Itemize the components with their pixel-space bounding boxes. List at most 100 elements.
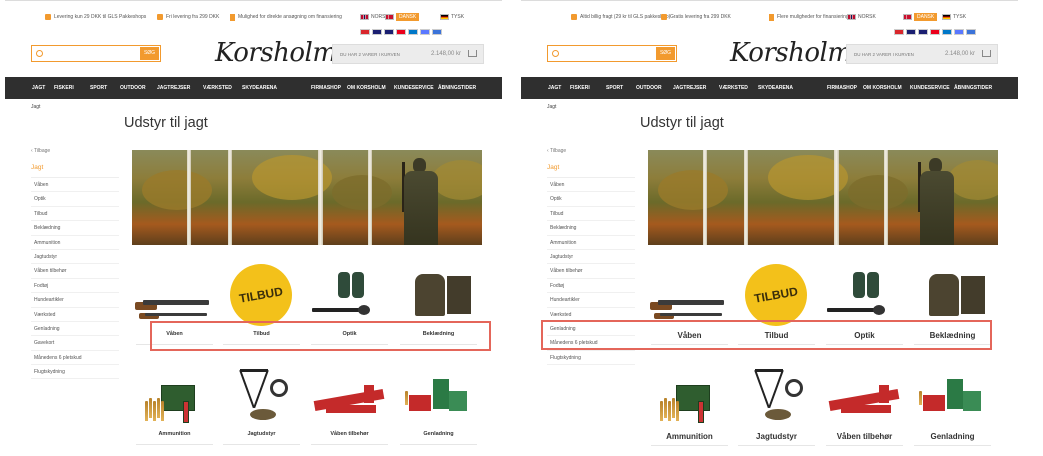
- sidebar-item[interactable]: Hundeartikler: [547, 293, 635, 308]
- sidebar-item[interactable]: Optik: [547, 192, 635, 207]
- product-image: [911, 258, 994, 320]
- sidebar-item[interactable]: Tilbud: [547, 207, 635, 222]
- sidebar-back-link[interactable]: ‹ Tilbage: [547, 148, 635, 161]
- nav-fiskeri[interactable]: FISKERI: [570, 85, 590, 91]
- nav-jagt[interactable]: JAGT: [548, 85, 561, 91]
- mastercard-icon: [930, 29, 940, 35]
- sidebar-item[interactable]: Fodtøj: [31, 279, 119, 294]
- cart-summary[interactable]: DU HAR 2 VARER I KURVEN 2.148,00 kr: [332, 44, 484, 64]
- language-dansk[interactable]: DANSK: [903, 13, 938, 21]
- cartridge-icon: [668, 401, 671, 421]
- nav-sport[interactable]: SPORT: [90, 85, 107, 91]
- info-bar: Levering kun 29 DKK til GLS Pakkeshops F…: [5, 12, 502, 22]
- product-category-label[interactable]: Genladning: [911, 432, 994, 441]
- language-label: NORSK: [858, 14, 876, 20]
- product-category-label[interactable]: Genladning: [397, 431, 480, 437]
- sidebar-item[interactable]: Flugtskydning: [547, 351, 635, 366]
- sidebar-item[interactable]: Våben: [31, 178, 119, 193]
- sidebar-item[interactable]: Våben: [547, 178, 635, 193]
- nav-outdoor[interactable]: OUTDOOR: [636, 85, 662, 91]
- sidebar-back-link[interactable]: ‹ Tilbage: [31, 148, 119, 161]
- nav-firmashop[interactable]: FIRMASHOP: [827, 85, 857, 91]
- sidebar-item[interactable]: Genladning: [31, 322, 119, 337]
- nav-aabningstider[interactable]: ÅBNINGSTIDER: [954, 85, 992, 91]
- product-category-card[interactable]: Jagtudstyr: [735, 365, 818, 450]
- product-category-card[interactable]: Genladning: [911, 365, 994, 450]
- nav-jagt[interactable]: JAGT: [32, 85, 45, 91]
- breadcrumb[interactable]: Jagt: [547, 104, 556, 110]
- shipping-text: Altid billig fragt (29 kr til GLS pakkes…: [580, 14, 671, 20]
- powder-can-icon: [947, 379, 963, 409]
- product-category-card[interactable]: Våben tilbehør: [823, 365, 906, 450]
- sidebar-parent-jagt[interactable]: Jagt: [31, 161, 119, 178]
- product-image: [308, 258, 391, 320]
- nav-skydearena[interactable]: SKYDEARENA: [758, 85, 793, 91]
- nav-jagtrejser[interactable]: JAGTREJSER: [673, 85, 706, 91]
- cart-summary[interactable]: DU HAR 2 VARER I KURVEN 2.148,00 kr: [846, 44, 998, 64]
- sidebar-item[interactable]: Våben tilbehør: [31, 264, 119, 279]
- sidebar-item[interactable]: Tilbud: [31, 207, 119, 222]
- nav-firmashop[interactable]: FIRMASHOP: [311, 85, 341, 91]
- nav-vaerksted[interactable]: VÆRKSTED: [203, 85, 232, 91]
- sidebar-item[interactable]: Gavekort: [31, 336, 119, 351]
- sidebar-parent-jagt[interactable]: Jagt: [547, 161, 635, 178]
- right-page-version: Altid billig fragt (29 kr til GLS pakkes…: [521, 0, 1018, 456]
- breadcrumb[interactable]: Jagt: [31, 104, 40, 110]
- nav-outdoor[interactable]: OUTDOOR: [120, 85, 146, 91]
- sidebar-item[interactable]: Jagtudstyr: [31, 250, 119, 265]
- nav-kundeservice[interactable]: KUNDESERVICE: [394, 85, 434, 91]
- nav-om-korsholm[interactable]: OM KORSHOLM: [347, 85, 386, 91]
- hero-foliage: [658, 170, 728, 210]
- sidebar-item[interactable]: Flugtskydning: [31, 365, 119, 380]
- nav-om-korsholm[interactable]: OM KORSHOLM: [863, 85, 902, 91]
- product-category-card[interactable]: Ammunition: [133, 365, 216, 449]
- sidebar-item[interactable]: Beklædning: [547, 221, 635, 236]
- sidebar-item[interactable]: Månedens 6 pletskud: [31, 351, 119, 366]
- nav-skydearena[interactable]: SKYDEARENA: [242, 85, 277, 91]
- korsholm-logo[interactable]: Korsholm: [215, 38, 337, 68]
- powder-can-icon: [433, 379, 449, 409]
- language-tysk[interactable]: TYSK: [942, 14, 966, 20]
- rifle-icon: [145, 313, 207, 316]
- search-input[interactable]: SØG: [31, 45, 161, 62]
- product-category-label[interactable]: Våben tilbehør: [823, 432, 906, 441]
- product-category-label[interactable]: Ammunition: [133, 431, 216, 437]
- sidebar-item[interactable]: Våben tilbehør: [547, 264, 635, 279]
- language-norsk[interactable]: NORSK: [847, 14, 876, 20]
- korsholm-logo[interactable]: Korsholm: [730, 38, 852, 68]
- product-category-card[interactable]: Genladning: [397, 365, 480, 449]
- search-button[interactable]: SØG: [140, 47, 159, 60]
- language-tysk[interactable]: TYSK: [440, 14, 464, 20]
- product-category-label[interactable]: Ammunition: [648, 432, 731, 441]
- duck-decoy-icon: [250, 409, 276, 420]
- sidebar-item[interactable]: Jagtudstyr: [547, 250, 635, 265]
- sidebar-item[interactable]: Beklædning: [31, 221, 119, 236]
- nav-jagtrejser[interactable]: JAGTREJSER: [157, 85, 190, 91]
- product-category-card[interactable]: Våben tilbehør: [308, 365, 391, 449]
- product-category-label[interactable]: Jagtudstyr: [220, 431, 303, 437]
- product-category-card[interactable]: Ammunition: [648, 365, 731, 450]
- shotgun-shell-icon: [183, 401, 189, 423]
- hero-birch-tree: [884, 150, 888, 245]
- nav-kundeservice[interactable]: KUNDESERVICE: [910, 85, 950, 91]
- search-button[interactable]: SØG: [656, 47, 675, 60]
- product-category-label[interactable]: Jagtudstyr: [735, 432, 818, 441]
- nav-sport[interactable]: SPORT: [606, 85, 623, 91]
- sidebar-item[interactable]: Ammunition: [547, 236, 635, 250]
- sidebar-item[interactable]: Værksted: [31, 308, 119, 322]
- sidebar-item[interactable]: Ammunition: [31, 236, 119, 250]
- nav-vaerksted[interactable]: VÆRKSTED: [719, 85, 748, 91]
- product-image: [133, 258, 216, 320]
- nav-fiskeri[interactable]: FISKERI: [54, 85, 74, 91]
- sidebar-item[interactable]: Hundeartikler: [31, 293, 119, 308]
- sidebar-item[interactable]: Fodtøj: [547, 279, 635, 294]
- search-input[interactable]: SØG: [547, 45, 677, 62]
- language-dansk[interactable]: DANSK: [385, 13, 420, 21]
- search-icon: [552, 50, 559, 57]
- product-category-label[interactable]: Våben tilbehør: [308, 431, 391, 437]
- cartridge-icon: [145, 401, 148, 421]
- nav-aabningstider[interactable]: ÅBNINGSTIDER: [438, 85, 476, 91]
- product-image: [397, 258, 480, 320]
- product-category-card[interactable]: Jagtudstyr: [220, 365, 303, 449]
- sidebar-item[interactable]: Optik: [31, 192, 119, 207]
